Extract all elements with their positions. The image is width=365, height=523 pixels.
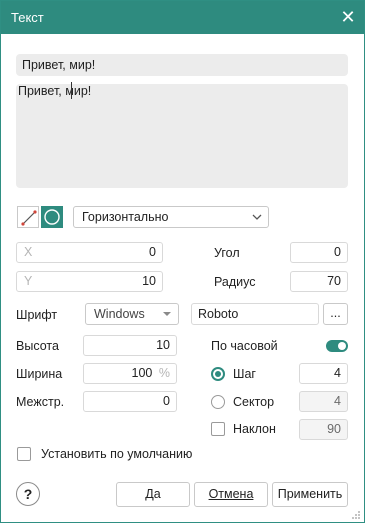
- line-icon: [21, 210, 37, 226]
- y-label: Y: [24, 274, 33, 288]
- help-button[interactable]: ?: [16, 482, 40, 506]
- tilt-checkbox[interactable]: [211, 422, 225, 436]
- apply-button[interactable]: Применить: [272, 482, 348, 507]
- sector-value: 4: [334, 394, 341, 408]
- caret-down-icon: [162, 304, 172, 331]
- text-line-value: Привет, мир!: [22, 58, 96, 72]
- text-area-input[interactable]: Привет, мир!: [16, 82, 348, 188]
- spacing-label: Межстр.: [16, 395, 65, 409]
- orientation-select[interactable]: Горизонтально: [73, 206, 269, 228]
- sector-field[interactable]: 4: [299, 391, 348, 412]
- toggle-knob: [338, 342, 346, 350]
- line-mode-button[interactable]: [17, 206, 39, 228]
- cancel-button[interactable]: Отмена: [194, 482, 268, 507]
- y-value: 10: [142, 274, 156, 288]
- x-field[interactable]: X 0: [16, 242, 163, 263]
- circle-icon: [44, 209, 60, 225]
- clockwise-toggle[interactable]: [326, 340, 348, 352]
- resize-grip-icon[interactable]: [351, 510, 361, 520]
- tilt-label: Наклон: [233, 422, 276, 436]
- font-source-select[interactable]: Windows: [85, 303, 179, 325]
- radius-field[interactable]: 70: [290, 271, 348, 292]
- width-value: 100: [131, 366, 153, 380]
- text-area-value: Привет, мир!: [18, 84, 92, 98]
- font-label: Шрифт: [16, 308, 58, 322]
- spacing-field[interactable]: 0: [83, 391, 177, 412]
- title-bar: Текст ✕: [1, 1, 364, 34]
- close-icon[interactable]: ✕: [338, 7, 358, 27]
- text-caret: [71, 82, 72, 99]
- height-value: 10: [156, 338, 170, 352]
- step-label: Шаг: [233, 367, 256, 381]
- ok-label: Да: [145, 487, 161, 501]
- step-radio[interactable]: [211, 367, 225, 381]
- tilt-field[interactable]: 90: [299, 419, 348, 440]
- default-checkbox-label: Установить по умолчанию: [41, 447, 193, 461]
- default-checkbox[interactable]: [17, 447, 31, 461]
- height-field[interactable]: 10: [83, 335, 177, 356]
- x-value: 0: [149, 245, 156, 259]
- apply-label: Применить: [277, 487, 343, 501]
- text-line-input[interactable]: Привет, мир!: [16, 54, 348, 76]
- font-browse-button[interactable]: ...: [323, 303, 348, 325]
- radius-label: Радиус: [214, 275, 256, 289]
- angle-field[interactable]: 0: [290, 242, 348, 263]
- x-label: X: [24, 245, 33, 259]
- angle-value: 0: [334, 245, 341, 259]
- width-unit: %: [158, 366, 170, 380]
- sector-label: Сектор: [233, 395, 275, 409]
- font-family-field[interactable]: Roboto: [191, 303, 319, 325]
- font-browse-label: ...: [330, 306, 341, 320]
- y-field[interactable]: Y 10: [16, 271, 163, 292]
- step-field[interactable]: 4: [299, 363, 348, 384]
- width-label: Ширина: [16, 367, 63, 381]
- height-label: Высота: [16, 339, 59, 353]
- help-icon: ?: [23, 486, 33, 502]
- cancel-label: Отмена: [208, 487, 254, 501]
- width-field[interactable]: 100 %: [83, 363, 177, 384]
- orientation-value: Горизонтально: [82, 210, 169, 224]
- font-family-value: Roboto: [198, 307, 239, 321]
- tilt-value: 90: [327, 422, 341, 436]
- chevron-down-icon: [252, 207, 262, 234]
- clockwise-label: По часовой: [211, 339, 278, 353]
- step-value: 4: [334, 366, 341, 380]
- circle-mode-button[interactable]: [41, 206, 63, 228]
- radius-value: 70: [327, 274, 341, 288]
- window-title: Текст: [11, 10, 44, 25]
- ok-button[interactable]: Да: [116, 482, 190, 507]
- text-dialog: Текст ✕ Привет, мир! Привет, мир! Горизо…: [0, 0, 365, 523]
- font-source-value: Windows: [94, 307, 145, 321]
- angle-label: Угол: [214, 246, 240, 260]
- sector-radio[interactable]: [211, 395, 225, 409]
- spacing-value: 0: [163, 394, 170, 408]
